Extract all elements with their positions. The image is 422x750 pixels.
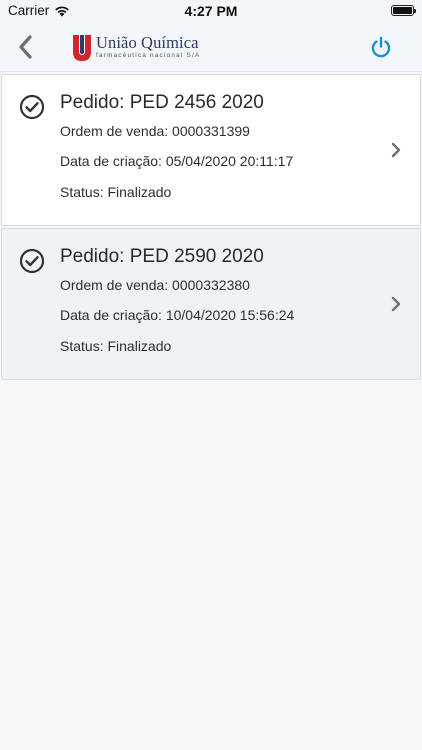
uniao-quimica-logo-icon	[73, 35, 91, 61]
order-title: Pedido: PED 2456 2020	[60, 92, 264, 113]
battery-icon	[391, 5, 416, 16]
brand-name: União Química	[96, 33, 199, 52]
clock: 4:27 PM	[184, 3, 238, 19]
power-icon[interactable]	[370, 36, 392, 58]
nav-bar: União Química farmacêutica nacional S/A	[0, 22, 422, 72]
brand-tagline: farmacêutica nacional S/A	[96, 52, 201, 59]
order-created-date: Data de criação: 10/04/2020 15:56:24	[60, 307, 295, 323]
chevron-right-icon	[391, 296, 401, 312]
order-sales-number: Ordem de venda: 0000332380	[60, 277, 250, 293]
order-sales-number: Ordem de venda: 0000331399	[60, 123, 250, 139]
order-status: Status: Finalizado	[60, 338, 172, 354]
brand-logo: União Química farmacêutica nacional S/A	[72, 34, 200, 64]
order-created-date: Data de criação: 05/04/2020 20:11:17	[60, 153, 294, 169]
check-circle-icon	[19, 248, 45, 274]
chevron-left-icon[interactable]	[14, 34, 38, 60]
orders-list: Pedido: PED 2456 2020 Ordem de venda: 00…	[0, 74, 422, 380]
order-title: Pedido: PED 2590 2020	[60, 246, 264, 267]
order-card[interactable]: Pedido: PED 2590 2020 Ordem de venda: 00…	[1, 228, 421, 380]
order-card[interactable]: Pedido: PED 2456 2020 Ordem de venda: 00…	[1, 74, 421, 226]
check-circle-icon	[19, 94, 45, 120]
chevron-right-icon	[391, 142, 401, 158]
order-status: Status: Finalizado	[60, 184, 172, 200]
status-bar: Carrier 4:27 PM	[0, 0, 422, 22]
